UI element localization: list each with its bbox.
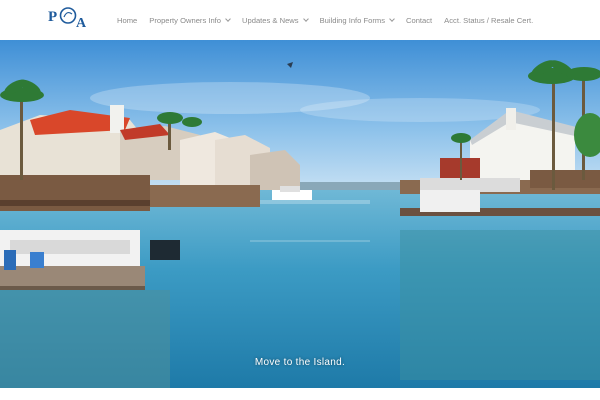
- nav-item-label: Acct. Status / Resale Cert.: [444, 15, 534, 25]
- nav-item-acct-status[interactable]: Acct. Status / Resale Cert.: [444, 16, 533, 25]
- main-nav: Home Property Owners Info Updates & News…: [117, 0, 533, 40]
- hero-slider[interactable]: Move to the Island.: [0, 40, 600, 388]
- chevron-down-icon: [225, 15, 231, 22]
- chevron-down-icon: [302, 15, 309, 22]
- nav-item-label: Property Owners Info: [149, 15, 222, 25]
- nav-item-updates-news[interactable]: Updates & News: [242, 15, 309, 25]
- nav-item-label: Building Info Forms: [319, 15, 385, 25]
- nav-item-label: Contact: [406, 15, 433, 25]
- hero-image: [0, 40, 600, 388]
- chevron-down-icon: [389, 15, 395, 22]
- site-header: P A Home Property Owners Info Updates & …: [0, 0, 600, 41]
- nav-item-contact[interactable]: Contact: [406, 16, 432, 25]
- svg-text:P: P: [48, 9, 57, 25]
- svg-text:A: A: [76, 16, 87, 31]
- nav-item-label: Home: [117, 15, 138, 25]
- nav-item-property-owners-info[interactable]: Property Owners Info: [149, 15, 231, 25]
- nav-item-home[interactable]: Home: [117, 16, 137, 25]
- page-bottom: [0, 388, 600, 400]
- nav-item-building-info-forms[interactable]: Building Info Forms: [319, 15, 395, 25]
- site-logo[interactable]: P A: [46, 3, 90, 31]
- slide-caption: Move to the Island.: [254, 357, 346, 368]
- nav-item-label: Updates & News: [242, 15, 299, 25]
